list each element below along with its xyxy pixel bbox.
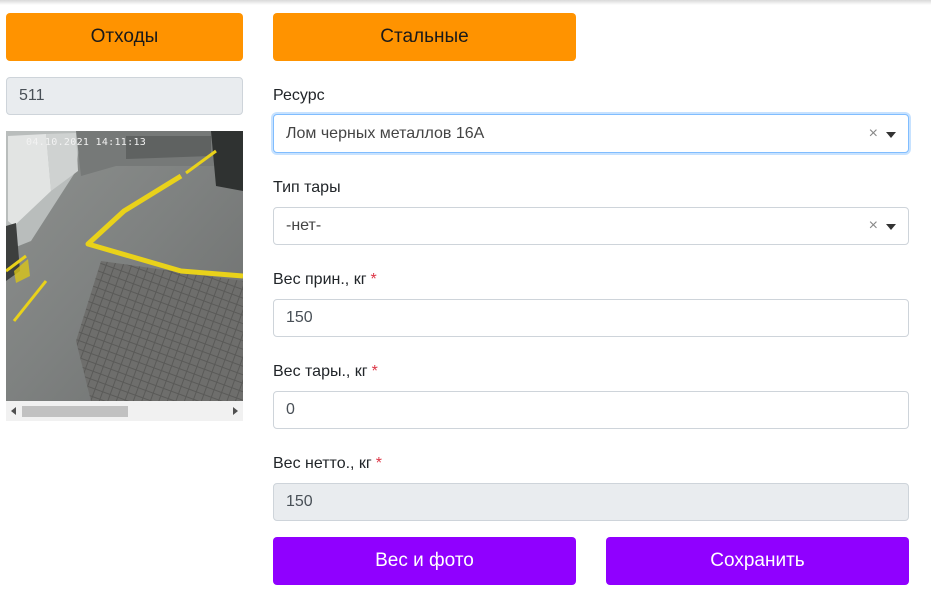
gross-weight-label-text: Вес прин., кг (273, 271, 367, 288)
waste-category-button[interactable]: Отходы (6, 13, 243, 61)
resource-select-value: Лом черных металлов 16А (286, 124, 485, 142)
net-weight-label-text: Вес нетто., кг (273, 455, 372, 472)
camera-image (6, 131, 243, 401)
chevron-down-icon[interactable] (886, 131, 896, 138)
required-marker: * (371, 363, 378, 380)
resource-select[interactable]: Лом черных металлов 16А × (273, 114, 909, 153)
tare-weight-input[interactable]: 0 (273, 391, 909, 429)
save-button[interactable]: Сохранить (606, 537, 909, 585)
net-weight-field: 150 (273, 483, 909, 521)
scroll-right-icon[interactable] (233, 407, 238, 415)
gross-weight-label: Вес прин., кг * (273, 271, 377, 289)
camera-timestamp: 04.10.2021 14:11:13 (26, 137, 147, 148)
required-marker: * (370, 271, 377, 288)
chevron-down-icon[interactable] (886, 224, 896, 230)
id-field: 511 (6, 77, 243, 115)
container-type-label: Тип тары (273, 179, 341, 196)
horizontal-scrollbar[interactable] (6, 401, 243, 421)
top-shadow (0, 0, 931, 5)
resource-label: Ресурс (273, 87, 325, 104)
camera-snapshot: 04.10.2021 14:11:13 (6, 131, 243, 401)
required-marker: * (375, 455, 382, 472)
container-type-select-value: -нет- (286, 217, 322, 234)
tare-weight-label-text: Вес тары., кг (273, 363, 368, 380)
weigh-and-photo-button[interactable]: Вес и фото (273, 537, 576, 585)
container-type-select[interactable]: -нет- × (273, 207, 909, 245)
gross-weight-input[interactable]: 150 (273, 299, 909, 337)
scrollbar-thumb[interactable] (22, 406, 128, 417)
scroll-left-icon[interactable] (11, 407, 16, 415)
clear-container-type-icon[interactable]: × (869, 217, 878, 235)
net-weight-label: Вес нетто., кг * (273, 455, 382, 473)
steel-material-button[interactable]: Стальные (273, 13, 576, 61)
clear-resource-icon[interactable]: × (869, 125, 878, 143)
tare-weight-label: Вес тары., кг * (273, 363, 378, 381)
